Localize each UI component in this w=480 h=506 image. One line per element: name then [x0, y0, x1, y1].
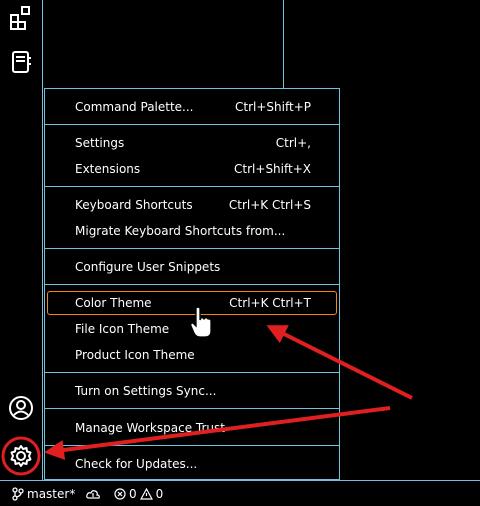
- menu-item-label: Keyboard Shortcuts: [75, 198, 193, 212]
- menu-item-label: Extensions: [75, 162, 141, 176]
- menu-item-label: Check for Updates...: [75, 457, 198, 471]
- menu-separator: [45, 445, 339, 446]
- menu-item-extensions[interactable]: Extensions Ctrl+Shift+X: [47, 157, 337, 181]
- menu-item-keybinding: Ctrl+,: [275, 136, 311, 150]
- status-bar: master* 0 0: [0, 480, 480, 506]
- menu-item-keyboard-shortcuts[interactable]: Keyboard Shortcuts Ctrl+K Ctrl+S: [47, 193, 337, 217]
- menu-item-label: Settings: [75, 136, 125, 150]
- menu-item-label: Configure User Snippets: [75, 260, 221, 274]
- menu-item-product-icon-theme[interactable]: Product Icon Theme: [47, 343, 337, 367]
- menu-separator: [45, 124, 339, 125]
- menu-separator: [45, 408, 339, 409]
- menu-item-label: Migrate Keyboard Shortcuts from...: [75, 224, 286, 238]
- error-count: 0: [129, 487, 137, 501]
- menu-item-label: Manage Workspace Trust: [75, 421, 225, 435]
- menu-separator: [45, 372, 339, 373]
- branch-indicator[interactable]: master*: [12, 485, 75, 503]
- menu-item-settings[interactable]: Settings Ctrl+,: [47, 131, 337, 155]
- git-branch-icon: [12, 487, 24, 501]
- menu-item-settings-sync[interactable]: Turn on Settings Sync...: [47, 379, 337, 403]
- menu-item-label: Turn on Settings Sync...: [75, 384, 217, 398]
- activity-bar: [0, 0, 43, 480]
- menu-separator: [45, 186, 339, 187]
- manage-gear-icon[interactable]: [7, 442, 35, 470]
- menu-separator: [45, 284, 339, 285]
- error-icon: [114, 488, 126, 500]
- menu-item-check-updates[interactable]: Check for Updates...: [47, 452, 337, 476]
- manage-menu: Command Palette... Ctrl+Shift+P Settings…: [44, 88, 340, 480]
- menu-item-keybinding: Ctrl+Shift+X: [234, 162, 311, 176]
- branch-name: master*: [27, 487, 76, 501]
- menu-item-label: Command Palette...: [75, 100, 194, 114]
- editor-divider: [283, 0, 284, 90]
- extensions-icon[interactable]: [7, 4, 35, 32]
- warning-icon: [139, 488, 153, 500]
- menu-item-label: Color Theme: [75, 296, 152, 310]
- menu-separator: [45, 248, 339, 249]
- menu-item-label: Product Icon Theme: [75, 348, 195, 362]
- menu-item-migrate-shortcuts[interactable]: Migrate Keyboard Shortcuts from...: [47, 219, 337, 243]
- menu-item-command-palette[interactable]: Command Palette... Ctrl+Shift+P: [47, 95, 337, 119]
- notebook-icon[interactable]: [7, 48, 35, 76]
- menu-item-label: File Icon Theme: [75, 322, 170, 336]
- account-icon[interactable]: [7, 394, 35, 422]
- problems-indicator[interactable]: 0 0: [114, 485, 163, 503]
- cloud-sync-icon: [86, 490, 100, 499]
- menu-item-keybinding: Ctrl+Shift+P: [235, 100, 311, 114]
- hand-cursor-icon: [190, 306, 212, 338]
- warning-count: 0: [155, 487, 164, 501]
- menu-item-user-snippets[interactable]: Configure User Snippets: [47, 255, 337, 279]
- menu-item-workspace-trust[interactable]: Manage Workspace Trust: [47, 416, 337, 440]
- sync-button[interactable]: [86, 485, 100, 503]
- menu-item-keybinding: Ctrl+K Ctrl+S: [228, 198, 311, 212]
- menu-item-keybinding: Ctrl+K Ctrl+T: [229, 296, 311, 310]
